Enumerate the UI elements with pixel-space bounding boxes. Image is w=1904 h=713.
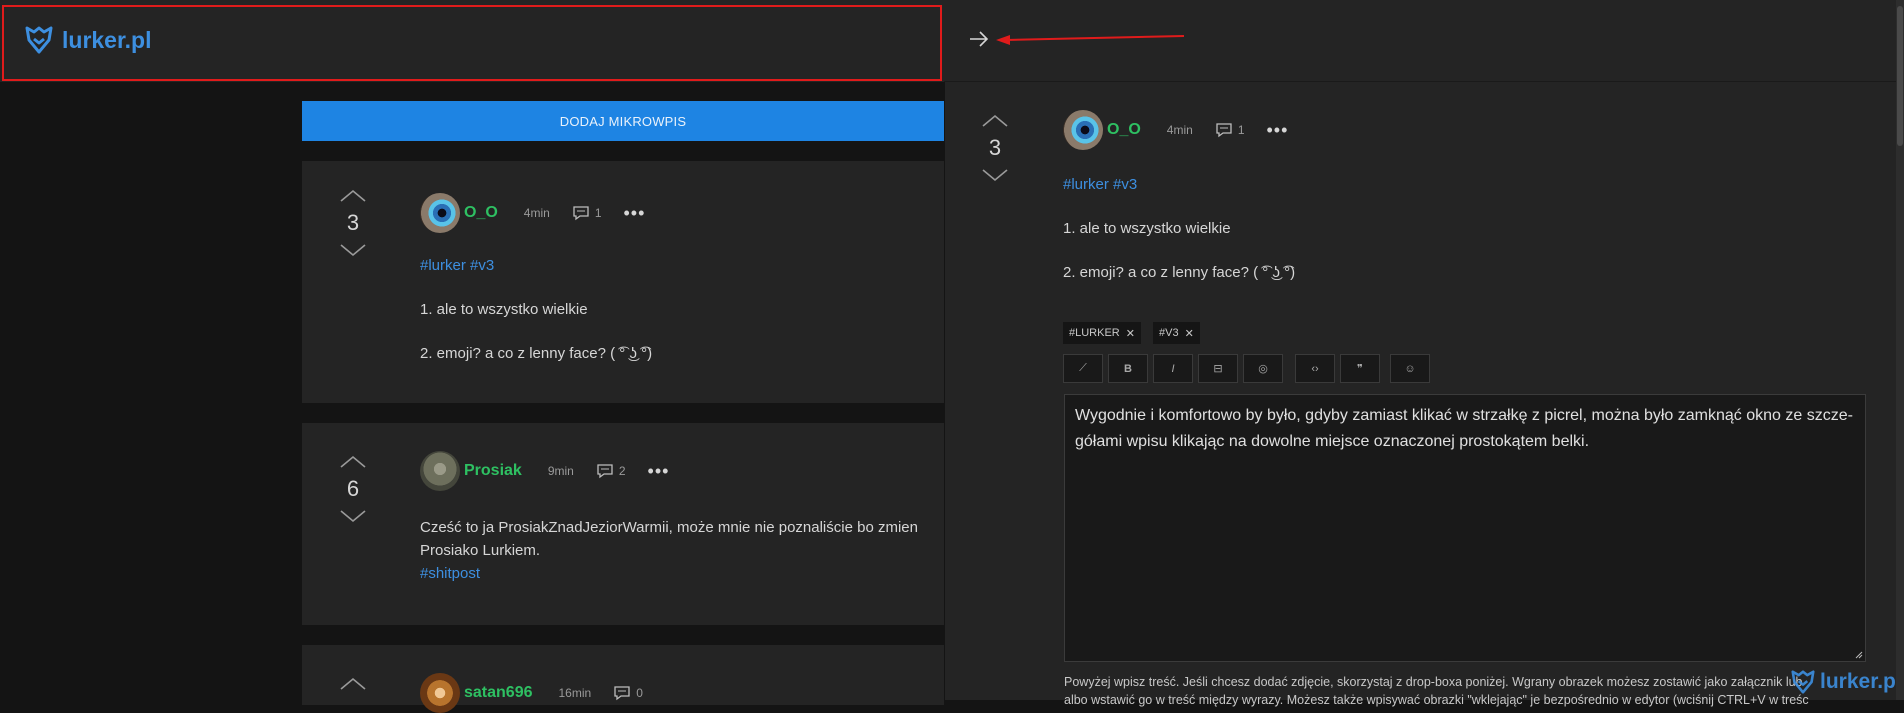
watermark-logo: lurker.pl: [1790, 670, 1902, 694]
remove-tag-icon[interactable]: ✕: [1185, 327, 1194, 340]
image-icon[interactable]: ⊟: [1198, 354, 1238, 383]
annotation-arrow: [996, 35, 1184, 45]
avatar[interactable]: [420, 193, 460, 233]
reply-text: Wygodnie i komfortowo by było, gdyby zam…: [1075, 407, 1853, 450]
resize-handle-icon[interactable]: [1855, 651, 1863, 659]
remove-tag-icon[interactable]: ✕: [1126, 327, 1135, 340]
add-microentry-button[interactable]: DODAJ MIKROWPIS: [302, 101, 944, 141]
post-content: Cześć to ja ProsiakZnadJeziorWarmii, moż…: [420, 516, 944, 585]
post-line: 2. emoji? a co z lenny face? ( ͡° ͜ʖ ͡°): [420, 345, 653, 362]
lurker-logo-icon: [1791, 670, 1815, 694]
editor-help-text: Powyżej wpisz treść. Jeśli chcesz dodać …: [1064, 673, 1894, 709]
post-time[interactable]: 9min: [548, 464, 574, 478]
post-line: 2. emoji? a co z lenny face? ( ͡° ͜ʖ ͡°): [1063, 264, 1296, 281]
emoji-icon[interactable]: ☺: [1390, 354, 1430, 383]
help-line: Powyżej wpisz treść. Jeśli chcesz dodać …: [1064, 675, 1803, 689]
comments-link[interactable]: 0: [613, 685, 643, 701]
avatar[interactable]: [1063, 110, 1103, 150]
comment-count: 0: [636, 686, 643, 700]
chevron-down-icon[interactable]: [981, 168, 1009, 182]
spoiler-icon[interactable]: ◎: [1243, 354, 1283, 383]
vote-widget: 6: [338, 455, 368, 523]
comment-icon: [573, 206, 589, 221]
avatar[interactable]: [420, 673, 460, 713]
post-header: Prosiak 9min 2 •••: [420, 451, 669, 491]
pencil-icon[interactable]: ⟋: [1063, 354, 1103, 383]
vote-widget: 3: [980, 114, 1010, 182]
detail-post-header: O_O 4min 1 •••: [1063, 110, 1288, 150]
lurker-logo-icon: [25, 26, 53, 54]
chevron-down-icon[interactable]: [339, 509, 367, 523]
help-line: albo wstawić go w treść między wyrazy. M…: [1064, 693, 1809, 707]
avatar[interactable]: [420, 451, 460, 491]
post-header: satan696 16min 0: [420, 673, 665, 713]
tag-links[interactable]: #lurker #v3: [1063, 176, 1137, 193]
feed-post: 6 Prosiak 9min 2 ••• Cześć to ja Prosiak…: [302, 423, 944, 625]
scrollbar-thumb[interactable]: [1897, 6, 1903, 146]
code-icon[interactable]: ‹›: [1295, 354, 1335, 383]
chevron-up-icon[interactable]: [339, 455, 367, 469]
logo-text: lurker.pl: [62, 26, 152, 53]
username[interactable]: Prosiak: [464, 462, 522, 480]
bold-icon[interactable]: B: [1108, 354, 1148, 383]
detail-post-content: #lurker #v3 1. ale to wszystko wielkie 2…: [1063, 173, 1295, 305]
tag-links[interactable]: #lurker #v3: [420, 257, 494, 274]
more-dots-icon[interactable]: •••: [1267, 121, 1289, 139]
comments-link[interactable]: 2: [596, 463, 626, 479]
post-line: Prosiako Lurkiem.: [420, 542, 541, 559]
chevron-up-icon[interactable]: [339, 189, 367, 203]
post-time[interactable]: 16min: [559, 686, 592, 700]
vote-widget: 3: [338, 189, 368, 257]
chevron-down-icon[interactable]: [339, 243, 367, 257]
comments-link[interactable]: 1: [572, 205, 602, 221]
tag-chip: #LURKER ✕: [1063, 322, 1141, 344]
tag-link[interactable]: #shitpost: [420, 565, 480, 582]
reply-textarea[interactable]: Wygodnie i komfortowo by było, gdyby zam…: [1064, 394, 1866, 662]
tag-chip-label: #LURKER: [1069, 327, 1120, 339]
comment-icon: [597, 464, 613, 479]
watermark-text: lurker.pl: [1820, 670, 1902, 693]
username[interactable]: satan696: [464, 684, 533, 702]
feed-post: satan696 16min 0: [302, 645, 944, 713]
vote-widget: [338, 677, 368, 691]
chevron-up-icon[interactable]: [981, 114, 1009, 128]
comment-count: 1: [1237, 123, 1245, 137]
tag-chip-label: #V3: [1159, 327, 1179, 339]
feed-post: 3 O_O 4min 1 ••• #lurker #v3 1. ale to w…: [302, 161, 944, 403]
italic-icon[interactable]: I: [1153, 354, 1193, 383]
arrow-right-icon[interactable]: [968, 28, 990, 50]
vote-score: 3: [346, 210, 360, 235]
comment-icon: [614, 686, 630, 701]
more-dots-icon[interactable]: •••: [624, 204, 646, 222]
post-time[interactable]: 4min: [524, 206, 550, 220]
post-content: #lurker #v3 1. ale to wszystko wielkie 2…: [420, 254, 652, 386]
tag-chip: #V3 ✕: [1153, 322, 1200, 344]
username[interactable]: O_O: [464, 204, 498, 222]
quote-icon[interactable]: ❞: [1340, 354, 1380, 383]
post-header: O_O 4min 1 •••: [420, 193, 645, 233]
post-line: 1. ale to wszystko wielkie: [1063, 220, 1231, 237]
comment-count: 1: [594, 206, 602, 220]
username[interactable]: O_O: [1107, 121, 1141, 139]
vote-score: 3: [988, 135, 1002, 160]
comment-count: 2: [618, 464, 626, 478]
post-line: 1. ale to wszystko wielkie: [420, 301, 588, 318]
site-logo[interactable]: lurker.pl: [24, 26, 151, 54]
comments-link[interactable]: 1: [1215, 122, 1245, 138]
more-dots-icon[interactable]: •••: [648, 462, 670, 480]
chevron-up-icon[interactable]: [339, 677, 367, 691]
vote-score: 6: [346, 476, 360, 501]
post-time[interactable]: 4min: [1167, 123, 1193, 137]
post-line: Cześć to ja ProsiakZnadJeziorWarmii, moż…: [420, 519, 918, 536]
comment-icon: [1216, 123, 1232, 138]
